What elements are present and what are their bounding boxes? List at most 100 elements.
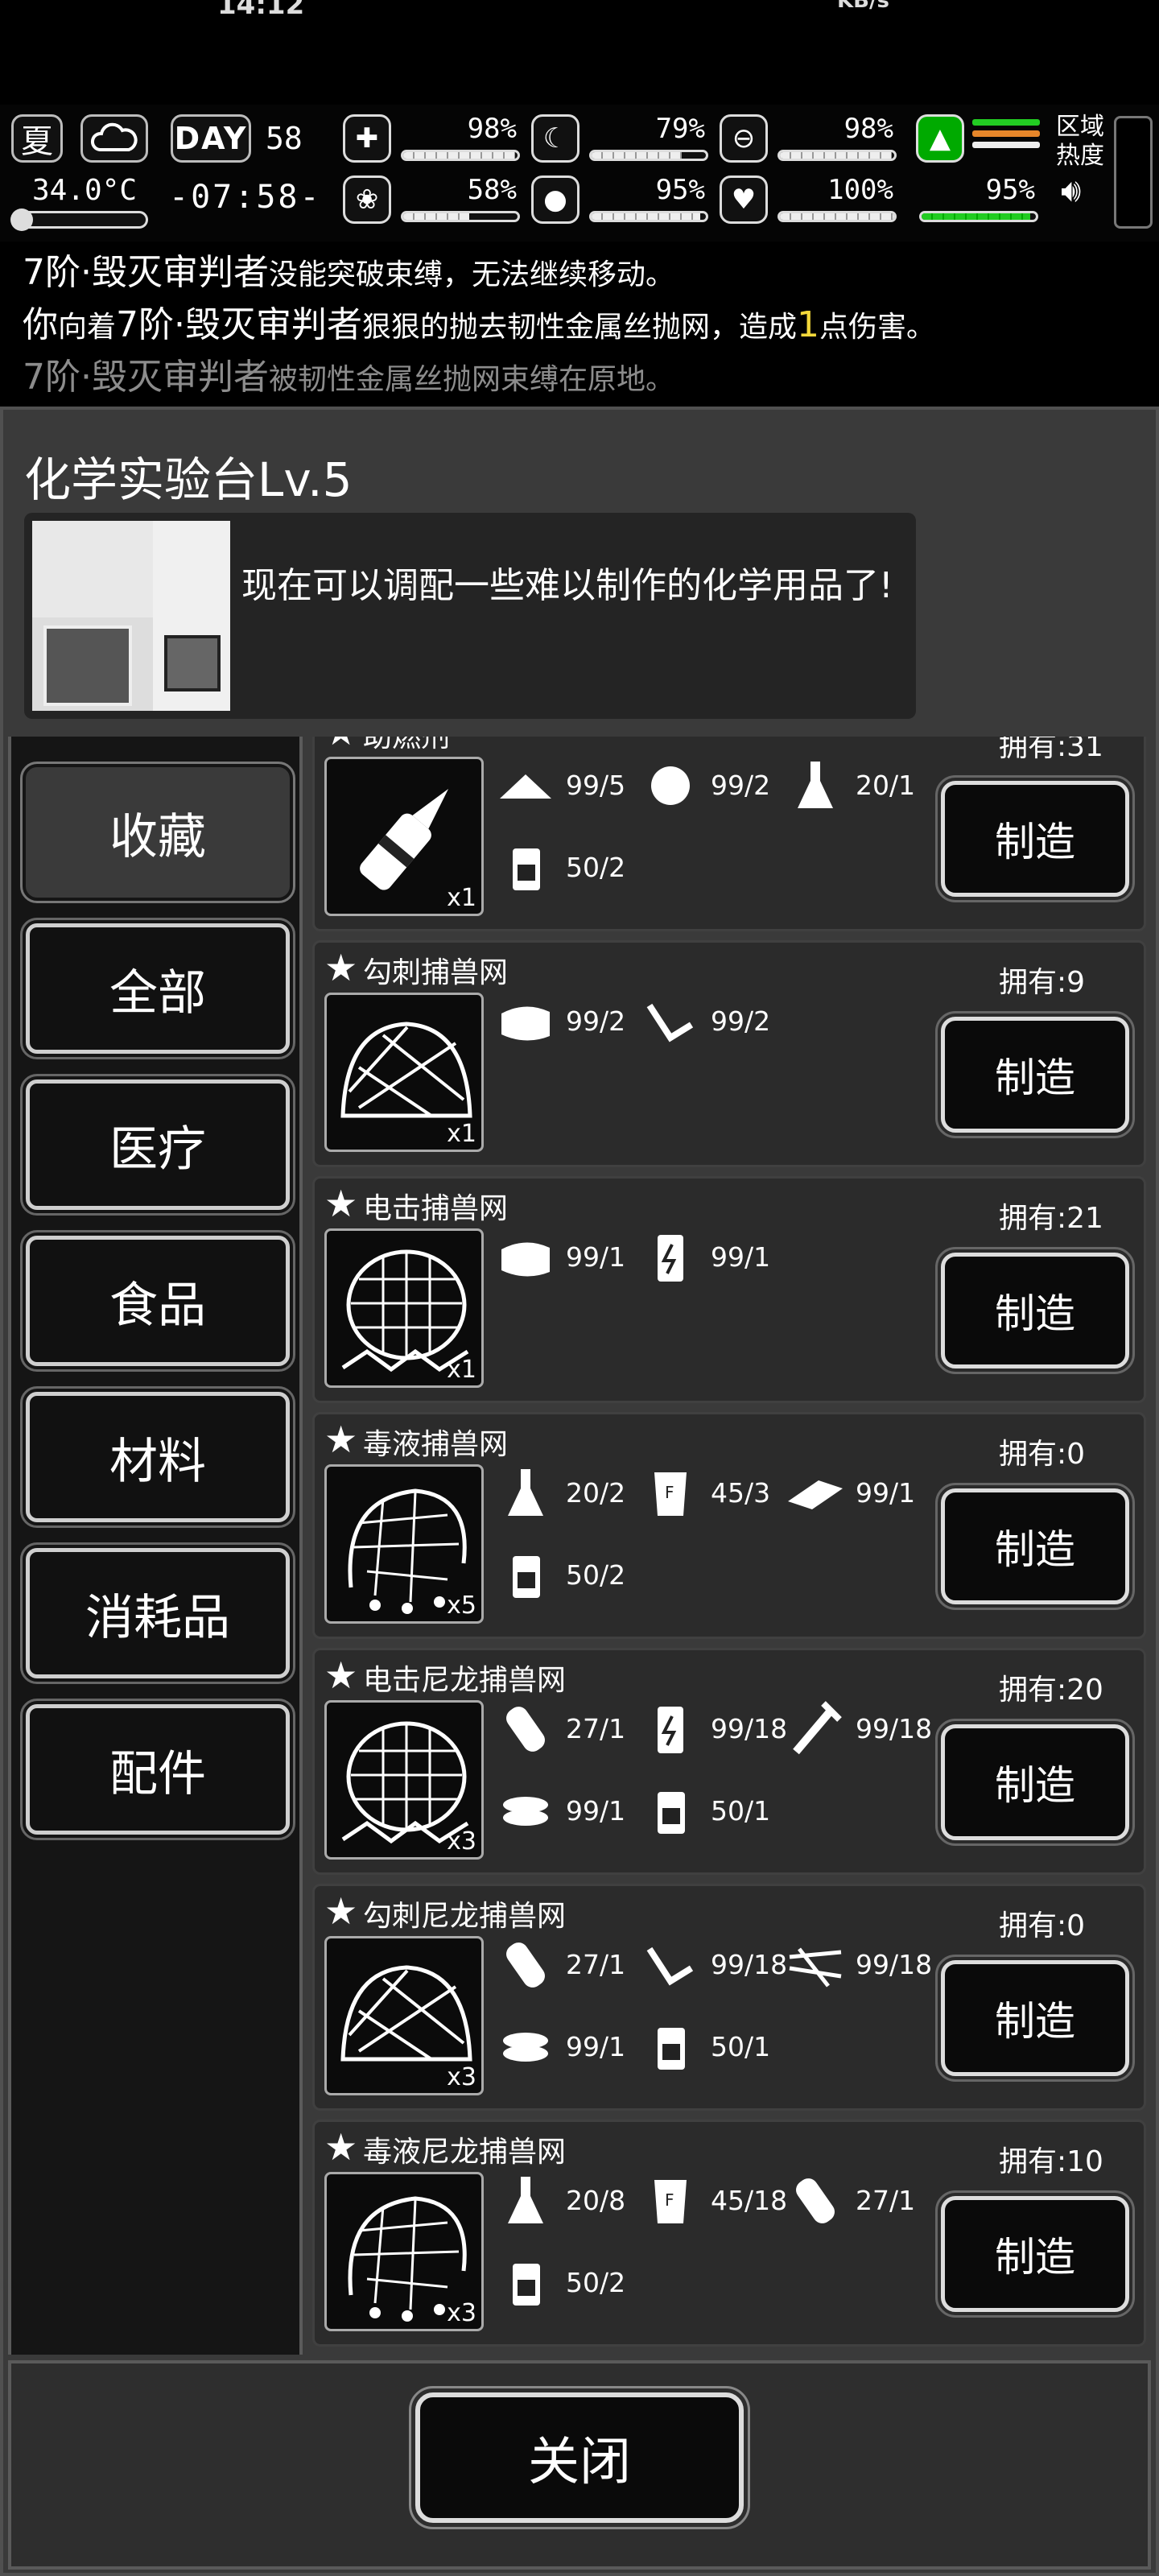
wire-icon xyxy=(789,1947,842,1988)
craft-button[interactable]: 制造 xyxy=(935,1011,1135,1138)
fabric-icon xyxy=(788,1480,843,1509)
owned-count: 拥有:9 xyxy=(999,966,1086,999)
bladder-bar xyxy=(780,152,893,159)
bench-title: 化学实验台Lv.5 xyxy=(24,452,353,507)
bench-card: 现在可以调配一些难以制作的化学用品了! xyxy=(24,513,916,719)
mood-stat[interactable]: ♥ 100% xyxy=(720,174,897,224)
jerrycan-icon xyxy=(513,1556,540,1598)
barbed-nylon-net-icon[interactable]: x3 xyxy=(324,1936,484,2095)
craft-button[interactable]: 制造 xyxy=(935,775,1135,902)
rope-coil-icon xyxy=(503,2033,548,2062)
craft-button[interactable]: 制造 xyxy=(935,1247,1135,1374)
jerrycan-icon xyxy=(513,848,540,890)
barbed-hook-icon xyxy=(646,1003,694,1042)
day-label: DAY xyxy=(171,114,251,163)
status-network: KB/s xyxy=(837,0,889,13)
nylon-roll-icon xyxy=(796,2178,835,2223)
owned-count: 拥有:10 xyxy=(999,2145,1103,2178)
recipe-name: 勾刺尼龙捕兽网 xyxy=(363,1900,567,1933)
category-sidebar: 收藏 全部 医疗 食品 材料 消耗品 配件 xyxy=(8,737,303,2355)
craft-button[interactable]: 制造 xyxy=(935,1955,1135,2082)
speaker-icon[interactable]: 🔊︎ xyxy=(1061,172,1081,209)
stamina-bar-stat: 95% xyxy=(916,174,1038,224)
favorite-star-icon[interactable]: ★ xyxy=(324,737,357,753)
rope-coil-icon xyxy=(503,1797,548,1826)
fiber-ball-icon xyxy=(651,766,690,805)
category-materials[interactable]: 材料 xyxy=(20,1386,295,1528)
bladder-value: 98% xyxy=(843,113,893,145)
recipe-card: ★ 勾刺尼龙捕兽网 x3 27/1 99/18 99/18 99/1 50/1 … xyxy=(312,1884,1146,2111)
thirst-stat[interactable]: ● 95% xyxy=(531,174,708,224)
game-clock: -07:58- xyxy=(169,179,322,216)
poison-net-icon[interactable]: x5 xyxy=(324,1464,484,1624)
category-accessories[interactable]: 配件 xyxy=(20,1699,295,1840)
battery-icon xyxy=(658,1707,683,1753)
stamina-bar xyxy=(922,213,1030,220)
recipe-card: ★ 毒液尼龙捕兽网 x3 20/8 F 45/18 27/1 50/2 拥有:1… xyxy=(312,2120,1146,2347)
recipe-name: 毒液捕兽网 xyxy=(363,1428,509,1461)
recipe-name: 电击尼龙捕兽网 xyxy=(363,1664,567,1697)
favorite-star-icon[interactable]: ★ xyxy=(324,1418,357,1461)
status-time: 14:12 xyxy=(217,0,305,19)
stamina-icon: ▲ xyxy=(916,114,964,163)
category-food[interactable]: 食品 xyxy=(20,1230,295,1372)
category-favorites[interactable]: 收藏 xyxy=(20,762,295,903)
day-number: 58 xyxy=(266,121,303,156)
craft-button[interactable]: 制造 xyxy=(935,1719,1135,1846)
bench-description: 现在可以调配一些难以制作的化学用品了! xyxy=(241,565,893,606)
fertilizer-bag-icon: F xyxy=(654,1472,687,1516)
craft-button[interactable]: 制造 xyxy=(935,1483,1135,1610)
category-all[interactable]: 全部 xyxy=(20,918,295,1059)
heart-icon: ♥ xyxy=(720,175,768,224)
owned-count: 拥有:21 xyxy=(999,1202,1103,1235)
mood-value: 100% xyxy=(827,174,893,206)
chemistry-bench-image xyxy=(32,521,230,711)
flask-icon xyxy=(508,1469,543,1516)
sanity-stat[interactable]: ❀ 58% xyxy=(343,174,520,224)
health-stat[interactable]: ✚ 98% xyxy=(343,113,520,163)
stamina-value: 95% xyxy=(985,174,1035,206)
shock-nylon-net-icon[interactable]: x3 xyxy=(324,1700,484,1860)
bladder-stat[interactable]: ⊖ 98% xyxy=(720,113,897,163)
hud: 夏 34.0°C DAY 58 -07:58- ✚ 98% ☾ 79% ⊖ 98… xyxy=(0,105,1159,242)
cloth-stack-icon xyxy=(501,1006,550,1041)
temperature: 34.0°C xyxy=(32,174,138,207)
log-line: 7阶·毁灭审判者被韧性金属丝抛网束缚在原地。 xyxy=(23,357,674,398)
health-bar xyxy=(403,152,516,159)
recipe-name: 电击捕兽网 xyxy=(363,1192,509,1225)
status-bar: 14:12 KB/s xyxy=(0,0,1159,19)
water-drop-icon: ● xyxy=(531,175,580,224)
battle-log: 7阶·毁灭审判者没能突破束缚，无法继续移动。 你向着7阶·毁灭审判者狠狠的抛去韧… xyxy=(0,248,1159,401)
heat-indicator xyxy=(972,119,1040,156)
barbed-net-icon[interactable]: x1 xyxy=(324,993,484,1152)
flask-icon xyxy=(798,762,833,808)
recipe-list[interactable]: ★ 助燃剂 x1 99/5 99/2 20/1 50/2 拥有:31 制造 ★ … xyxy=(306,737,1153,2355)
recipe-card: ★ 勾刺捕兽网 x1 99/2 99/2 拥有:9 制造 xyxy=(312,940,1146,1167)
favorite-star-icon[interactable]: ★ xyxy=(324,1653,357,1697)
recipe-name: 勾刺捕兽网 xyxy=(363,956,509,989)
jerrycan-icon xyxy=(658,1792,685,1834)
favorite-star-icon[interactable]: ★ xyxy=(324,2125,357,2169)
owned-count: 拥有:31 xyxy=(999,737,1103,763)
favorite-star-icon[interactable]: ★ xyxy=(324,1889,357,1933)
accelerant-bottle-icon[interactable]: x1 xyxy=(324,757,484,916)
barbed-hook-icon xyxy=(646,1946,694,1986)
powder-pile-icon xyxy=(500,774,551,799)
log-line: 你向着7阶·毁灭审判者狠狠的抛去韧性金属丝抛网，造成1点伤害。 xyxy=(23,304,936,345)
recipe-card: ★ 电击尼龙捕兽网 x3 27/1 99/18 99/18 99/1 50/1 … xyxy=(312,1648,1146,1875)
svg-text:F: F xyxy=(665,2190,674,2210)
craft-button[interactable]: 制造 xyxy=(935,2190,1135,2318)
zone-heat-label: 区域热度 xyxy=(1056,113,1104,170)
owned-count: 拥有:0 xyxy=(999,1438,1086,1471)
category-medical[interactable]: 医疗 xyxy=(20,1074,295,1216)
thirst-value: 95% xyxy=(655,174,705,206)
favorite-star-icon[interactable]: ★ xyxy=(324,946,357,989)
poison-nylon-net-icon[interactable]: x3 xyxy=(324,2172,484,2331)
recipe-qty: x1 xyxy=(447,884,476,912)
close-button[interactable]: 关闭 xyxy=(409,2386,750,2529)
brain-icon: ❀ xyxy=(343,175,391,224)
hunger-stat[interactable]: ☾ 79% xyxy=(531,113,708,163)
category-consumables[interactable]: 消耗品 xyxy=(20,1542,295,1684)
favorite-star-icon[interactable]: ★ xyxy=(324,1182,357,1225)
shock-net-icon[interactable]: x1 xyxy=(324,1228,484,1388)
